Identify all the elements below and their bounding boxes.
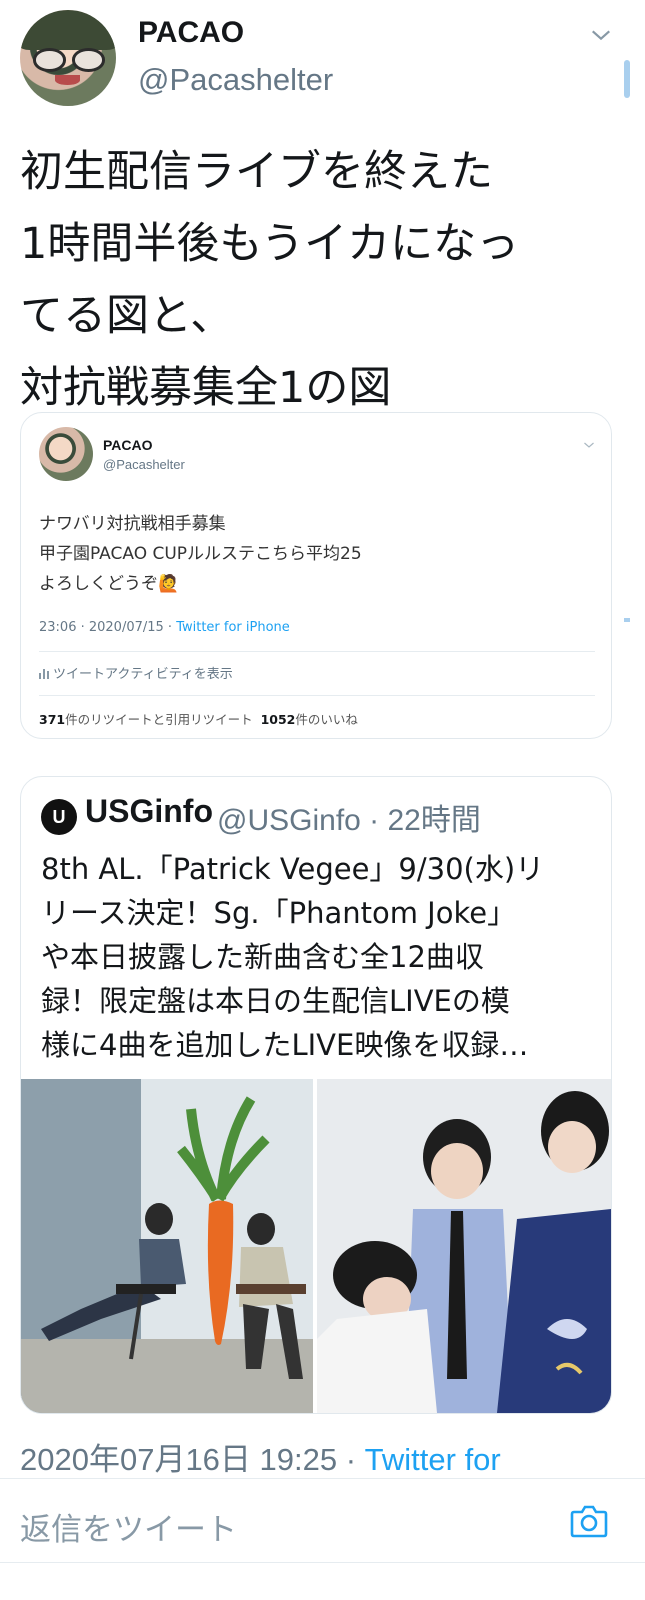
quoted-avatar: [39, 427, 93, 481]
chevron-down-icon[interactable]: [590, 24, 612, 46]
tweet-source-link[interactable]: Twitter for: [365, 1442, 501, 1477]
activity-label: ツイートアクティビティを表示: [53, 667, 233, 682]
author-name[interactable]: PACAO: [138, 16, 244, 50]
quoted-tweet-card[interactable]: PACAO @Pacashelter ナワバリ対抗戦相手募集 甲子園PACAO …: [20, 412, 612, 739]
divider: [0, 1562, 645, 1563]
quoted-tweet-time: 23:06 · 2020/07/15 ·: [39, 620, 177, 635]
tweet-text: 初生配信ライブを終えた 1時間半後もうイカになっ てる図と、 対抗戦募集全1の図: [20, 147, 520, 413]
scrollbar[interactable]: [624, 60, 630, 98]
reply-input[interactable]: 返信をツイート: [20, 1504, 237, 1549]
retweet-count: 371: [39, 712, 66, 727]
quote-tweet-text: 8th AL.「Patrick Vegee」9/30(水)リ リース決定！Sg.…: [41, 852, 545, 1062]
quoted-tweet-text: ナワバリ対抗戦相手募集 甲子園PACAO CUPルルステこちら平均25 よろしく…: [39, 514, 362, 594]
band-photo-carrot: [21, 1079, 313, 1413]
usg-logo-icon: U: [41, 799, 77, 835]
author-handle[interactable]: @Pacashelter: [138, 62, 333, 98]
divider: [39, 695, 595, 696]
avatar-goggle-right: [71, 48, 105, 72]
quoted-tweet-source: Twitter for iPhone: [176, 620, 290, 635]
tweet-timestamp: 2020年07月16日 19:25 · Twitter for: [20, 1434, 501, 1479]
quoted-author-name: PACAO: [103, 437, 153, 453]
avatar-goggle-left: [33, 48, 67, 72]
quoted-tweet-stats: 371件のリツイートと引用リツイート 1052件のいいね: [39, 709, 358, 728]
scroll-indicator: [624, 618, 630, 622]
band-photo-group: [317, 1079, 611, 1413]
author-avatar[interactable]: [20, 10, 116, 106]
avatar-hair: [20, 10, 116, 51]
quote-author-meta: @USGinfo · 22時間: [217, 804, 481, 837]
divider: [39, 651, 595, 652]
quoted-tweet-meta: 23:06 · 2020/07/15 · Twitter for iPhone: [39, 620, 290, 635]
retweet-label: 件のリツイートと引用リツイート: [65, 712, 253, 727]
like-count: 1052: [260, 712, 296, 727]
activity-link: ツイートアクティビティを表示: [39, 663, 233, 682]
media-image-left[interactable]: [21, 1079, 313, 1413]
camera-icon[interactable]: [570, 1504, 608, 1538]
timestamp-text: 2020年07月16日 19:25 ·: [20, 1442, 365, 1477]
like-label: 件のいいね: [295, 712, 358, 727]
avatar-mouth: [54, 75, 80, 85]
media-image-right[interactable]: [317, 1079, 611, 1413]
quote-tweet-card[interactable]: U USGinfo @USGinfo · 22時間 8th AL.「Patric…: [20, 776, 612, 1414]
chevron-down-icon: [584, 442, 594, 448]
quoted-author-handle: @Pacashelter: [103, 457, 185, 472]
divider: [0, 1478, 645, 1479]
quote-author-name: USGinfo: [85, 793, 213, 829]
activity-icon: [39, 669, 49, 679]
